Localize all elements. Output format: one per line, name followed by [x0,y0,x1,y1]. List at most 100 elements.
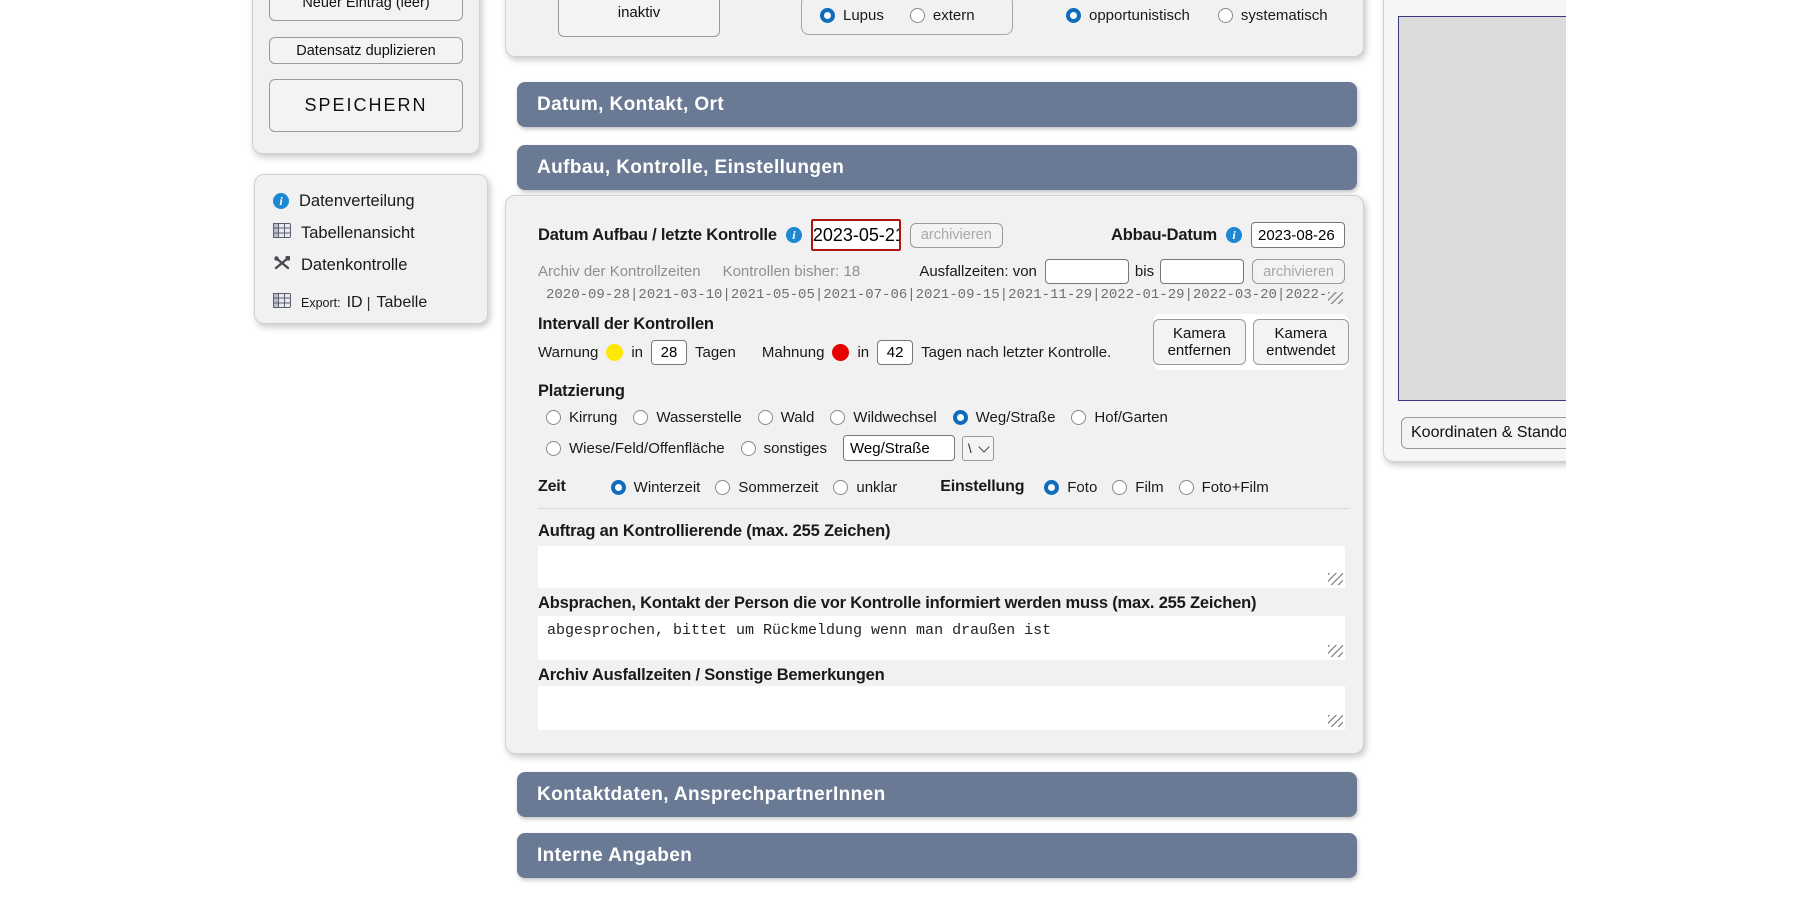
table-icon [273,293,291,313]
resize-grip-icon[interactable] [1328,573,1343,585]
radio-option-unklar[interactable]: unklar [833,479,897,496]
sidebar-item-label: Datenverteilung [299,192,415,211]
section-bar-interne-angaben[interactable]: Interne Angaben [517,833,1357,878]
radio-option-hof-garten[interactable]: Hof/Garten [1071,409,1167,426]
aufbau-form-panel: Datum Aufbau / letzte Kontrolle archivie… [505,195,1364,754]
radio-label: systematisch [1241,7,1328,24]
info-icon [273,193,289,209]
sidebar-item-datenverteilung[interactable]: Datenverteilung [273,189,415,213]
auftrag-textarea[interactable] [538,546,1345,588]
sidebar-item-label: Datenkontrolle [301,256,407,275]
inaktiv-button[interactable]: inaktiv [558,0,720,37]
archivieren-ausfall-button[interactable]: archivieren [1252,259,1345,284]
radio-option-sommerzeit[interactable]: Sommerzeit [715,479,818,496]
radio-icon [1071,410,1086,425]
radio-option-foto[interactable]: Foto [1044,479,1097,496]
radio-option-lupus[interactable]: Lupus [820,7,884,24]
koordinaten-standorte-button[interactable]: Koordinaten & Standorte [1401,417,1566,449]
radio-icon [833,480,848,495]
map-panel: Koordinaten & Standorte [1383,0,1566,462]
radio-label: Wildwechsel [853,409,936,426]
export-id-link[interactable]: ID [347,294,363,312]
status-panel: inaktiv Lupus extern opportunistisch sys… [505,0,1364,57]
radio-label: Weg/Straße [976,409,1056,426]
warning-dot-icon [606,344,623,361]
radio-option-wildwechsel[interactable]: Wildwechsel [830,409,936,426]
section-bar-datum-kontakt-ort[interactable]: Datum, Kontakt, Ort [517,82,1357,127]
sonstiges-text-input[interactable] [843,435,955,461]
radio-icon [741,441,756,456]
duplicate-record-button[interactable]: Datensatz duplizieren [269,37,463,64]
absprachen-label: Absprachen, Kontakt der Person die vor K… [538,594,1256,613]
radio-option-film[interactable]: Film [1112,479,1163,496]
radio-option-opportunistisch[interactable]: opportunistisch [1066,7,1190,24]
radio-icon [820,8,835,23]
sidebar-item-label: Tabellenansicht [301,224,415,243]
kontroll-archiv-list[interactable]: 2020-09-28|2021-03-10|2021-05-05|2021-07… [538,286,1345,304]
radio-label: Wiese/Feld/Offenfläche [569,440,725,457]
datum-aufbau-input[interactable] [811,219,901,251]
radio-icon [953,410,968,425]
radio-option-sonstiges[interactable]: sonstiges [741,440,827,457]
radio-option-extern[interactable]: extern [910,7,975,24]
save-button[interactable]: SPEICHERN [269,79,463,132]
kamera-entwendet-button[interactable]: Kamera entwendet [1253,319,1349,365]
radio-icon [910,8,925,23]
radio-option-wiese-feld[interactable]: Wiese/Feld/Offenfläche [546,440,725,457]
radio-label: Foto [1067,479,1097,496]
radio-option-foto-film[interactable]: Foto+Film [1179,479,1269,496]
radio-label: Foto+Film [1202,479,1269,496]
radio-option-systematisch[interactable]: systematisch [1218,7,1328,24]
auftrag-textarea-wrap [538,546,1345,588]
sidebar-item-tabellenansicht[interactable]: Tabellenansicht [273,221,415,245]
resize-grip-icon[interactable] [1328,715,1343,727]
in-label: in [857,344,869,361]
radio-label: sonstiges [764,440,827,457]
sidebar-actions-panel: Neuer Eintrag (leer) Datensatz duplizier… [252,0,480,154]
sidebar-item-export: Export: ID | Tabelle [273,291,427,315]
radio-icon [546,441,561,456]
resize-grip-icon[interactable] [1328,645,1343,657]
archivieren-datum-button[interactable]: archivieren [910,223,1003,248]
info-icon[interactable] [786,227,802,243]
radio-label: Lupus [843,7,884,24]
radio-option-wasserstelle[interactable]: Wasserstelle [633,409,741,426]
kontrollen-bisher-text: Kontrollen bisher: 18 [723,263,861,280]
mahnung-tage-input[interactable] [877,340,913,365]
radio-option-weg-strasse[interactable]: Weg/Straße [953,409,1056,426]
chevron-down-icon [978,441,989,452]
platzierung-title: Platzierung [538,382,625,401]
archiv-kontrollzeiten-link[interactable]: Archiv der Kontrollzeiten [538,263,701,280]
sidebar-tools-panel: Datenverteilung Tabellenansicht Datenkon… [254,174,488,324]
absprachen-textarea[interactable]: abgesprochen, bittet um Rückmeldung wenn… [538,616,1345,660]
radio-icon [1112,480,1127,495]
ausfall-von-input[interactable] [1045,259,1129,284]
section-bar-aufbau-kontrolle[interactable]: Aufbau, Kontrolle, Einstellungen [517,145,1357,190]
new-entry-button[interactable]: Neuer Eintrag (leer) [269,0,463,21]
radio-option-winterzeit[interactable]: Winterzeit [611,479,701,496]
kamera-buttons-card: Kamera entfernen Kamera entwendet [1153,314,1349,370]
section-bar-kontaktdaten[interactable]: Kontaktdaten, AnsprechpartnerInnen [517,772,1357,817]
radio-icon [1044,480,1059,495]
table-icon [273,223,291,243]
radio-icon [1179,480,1194,495]
sidebar-item-datenkontrolle[interactable]: Datenkontrolle [273,253,407,277]
radio-label: Film [1135,479,1163,496]
archiv-bemerkungen-textarea[interactable] [538,686,1345,730]
alert-dot-icon [832,344,849,361]
radio-option-kirrung[interactable]: Kirrung [546,409,617,426]
info-icon[interactable] [1226,227,1242,243]
export-tabelle-link[interactable]: Tabelle [377,294,428,312]
abbau-datum-input[interactable] [1251,222,1345,248]
radio-label: extern [933,7,975,24]
tagen-nach-label: Tagen nach letzter Kontrolle. [921,344,1111,361]
kamera-entfernen-button[interactable]: Kamera entfernen [1153,319,1246,365]
radio-label: Kirrung [569,409,617,426]
warnung-tage-input[interactable] [651,340,687,365]
platzierung-select[interactable]: \ [962,436,994,461]
archiv-bemerkungen-label: Archiv Ausfallzeiten / Sonstige Bemerkun… [538,666,885,685]
ausfall-bis-input[interactable] [1160,259,1244,284]
radio-option-wald[interactable]: Wald [758,409,815,426]
resize-grip-icon[interactable] [1328,292,1343,304]
map-placeholder [1398,16,1566,401]
